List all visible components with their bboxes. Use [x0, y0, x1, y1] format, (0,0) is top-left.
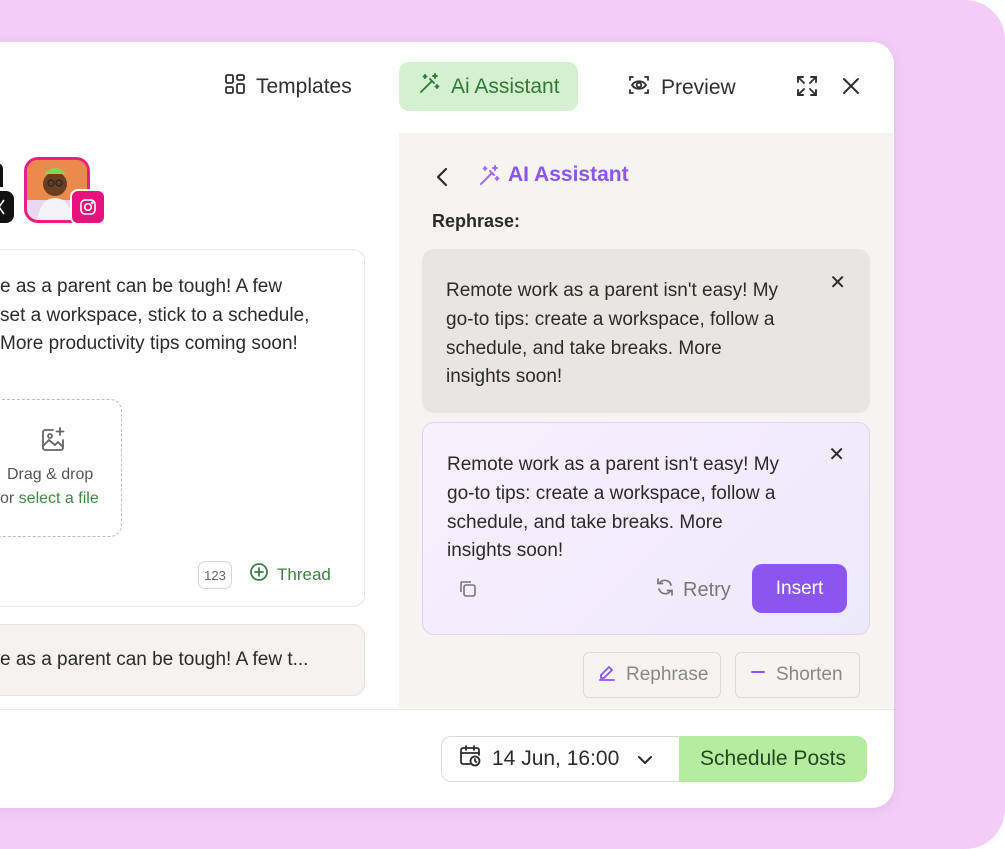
add-image-icon: [39, 426, 67, 459]
thread-post-preview[interactable]: e as a parent can be tough! A few t...: [0, 624, 365, 696]
drop-or-text: or: [0, 490, 19, 507]
x-logo-icon: [0, 199, 5, 215]
chevron-down-icon: [637, 747, 653, 771]
refresh-icon: [655, 577, 675, 603]
shorten-action-label: Shorten: [776, 664, 843, 685]
drop-select-line: or select a file: [0, 490, 99, 508]
pen-underline-icon: [598, 663, 616, 687]
shorten-action-button[interactable]: Shorten: [735, 652, 860, 698]
schedule-date-picker[interactable]: 14 Jun, 16:00: [441, 736, 681, 782]
ai-assistant-label: Ai Assistant: [451, 74, 560, 98]
select-file-link[interactable]: select a file: [19, 490, 99, 507]
suggestion-text: Remote work as a parent isn't easy! My g…: [447, 454, 780, 562]
magic-wand-icon: [417, 72, 441, 102]
media-drop-zone[interactable]: Drag & drop or select a file: [0, 399, 122, 537]
rephrase-section-label: Rephrase:: [432, 211, 521, 231]
ai-assistant-tab[interactable]: Ai Assistant: [399, 62, 578, 111]
insert-button[interactable]: Insert: [752, 564, 847, 613]
retry-button[interactable]: Retry: [655, 577, 731, 603]
x-account-badge[interactable]: [0, 191, 14, 223]
post-editor[interactable]: e as a parent can be tough! A few set a …: [0, 249, 365, 607]
dismiss-suggestion-close-icon[interactable]: ✕: [829, 273, 846, 293]
copy-icon[interactable]: [457, 578, 479, 600]
thread-post-snippet: e as a parent can be tough! A few t...: [0, 649, 309, 670]
templates-label: Templates: [256, 75, 352, 98]
rephrase-action-label: Rephrase: [626, 664, 709, 685]
preview-label: Preview: [661, 76, 736, 99]
ai-assistant-title: AI Assistant: [508, 163, 629, 186]
instagram-badge: [70, 189, 106, 225]
preview-tab[interactable]: Preview: [627, 73, 736, 103]
expand-icon[interactable]: [795, 74, 819, 98]
calendar-clock-icon: [458, 744, 482, 774]
schedule-date-value: 14 Jun, 16:00: [492, 747, 620, 770]
drop-instruction: Drag & drop: [7, 466, 94, 483]
character-count: 123: [198, 561, 232, 589]
thread-label: Thread: [277, 564, 331, 584]
instagram-icon: [80, 199, 96, 215]
footer-divider: [0, 709, 894, 710]
schedule-posts-button[interactable]: Schedule Posts: [679, 736, 867, 782]
back-chevron-icon[interactable]: [432, 165, 452, 189]
close-icon[interactable]: [839, 74, 863, 98]
minus-icon: [750, 664, 766, 686]
suggestion-card[interactable]: Remote work as a parent isn't easy! My g…: [422, 249, 870, 413]
rephrase-action-button[interactable]: Rephrase: [583, 652, 721, 698]
add-thread-button[interactable]: Thread: [249, 562, 331, 587]
plus-circle-icon: [249, 562, 269, 587]
ai-magic-wand-icon: [477, 164, 501, 193]
suggestion-text: Remote work as a parent isn't easy! My g…: [446, 280, 779, 388]
retry-label: Retry: [683, 578, 731, 601]
templates-icon: [224, 73, 246, 101]
dismiss-suggestion-close-icon[interactable]: ✕: [828, 445, 845, 465]
templates-tab[interactable]: Templates: [224, 73, 352, 101]
post-text[interactable]: e as a parent can be tough! A few set a …: [0, 273, 340, 359]
preview-eye-icon: [627, 73, 651, 103]
x-account-avatar[interactable]: [0, 163, 3, 187]
